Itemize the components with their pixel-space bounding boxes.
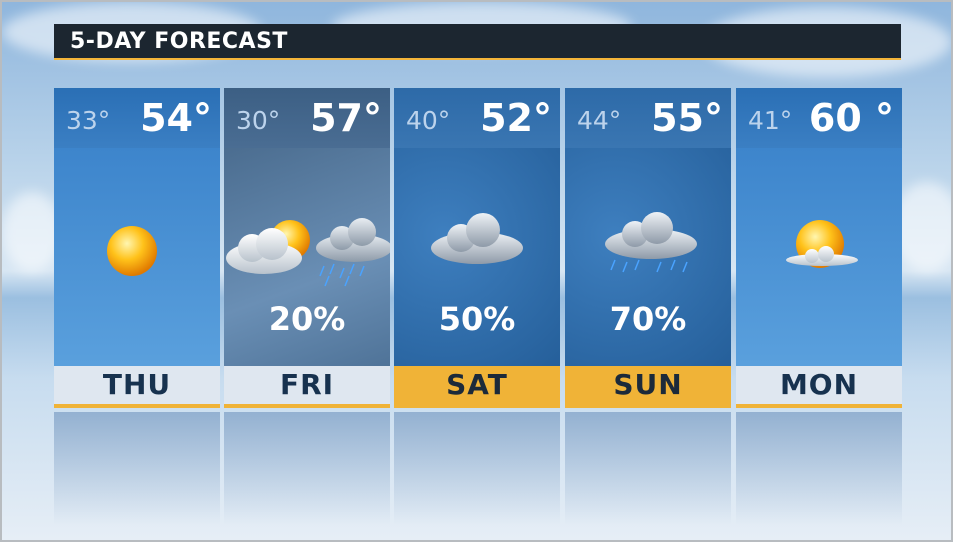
precip-chance: 70% <box>609 300 687 338</box>
forecast-header: 5-DAY FORECAST <box>54 24 901 60</box>
rain-cloud-icon <box>605 212 697 273</box>
day-label: THU <box>54 366 220 404</box>
icon-area: 50% <box>394 148 560 366</box>
day-label: SAT <box>394 366 560 404</box>
header-accent-line <box>54 58 901 60</box>
low-temp: 33° <box>66 106 111 135</box>
day-label: FRI <box>224 366 390 404</box>
temp-band: 30° 57° <box>224 88 390 148</box>
cloudy-icon <box>431 213 523 264</box>
day-panel-fri: 30° 57° 20% FRI <box>224 88 390 408</box>
high-temp: 60 ° <box>808 96 894 140</box>
high-temp: 52° <box>480 96 552 140</box>
temp-band: 33° 54° <box>54 88 220 148</box>
high-temp: 54° <box>140 96 212 140</box>
mostly-sunny-icon <box>786 220 858 268</box>
low-temp: 41° <box>748 106 793 135</box>
precip-chance: 50% <box>438 300 516 338</box>
day-accent-line <box>394 404 560 408</box>
forecast-title: 5-DAY FORECAST <box>70 29 288 54</box>
forecast-graphic: 5-DAY FORECAST 33° 54° THU 30° 57° 20% F… <box>0 0 953 542</box>
low-temp: 30° <box>236 106 281 135</box>
panel-reflection <box>224 412 390 538</box>
day-label: MON <box>736 366 902 404</box>
panel-reflection <box>54 412 220 538</box>
icon-area <box>54 148 220 366</box>
day-accent-line <box>565 404 731 408</box>
sunny-icon <box>107 226 157 276</box>
day-panel-sun: 44° 55° 70% SUN <box>565 88 731 408</box>
panel-reflection <box>394 412 560 538</box>
day-accent-line <box>736 404 902 408</box>
temp-band: 41° 60 ° <box>736 88 902 148</box>
day-panel-sat: 40° 52° 50% SAT <box>394 88 560 408</box>
day-panel-mon: 41° 60 ° MON <box>736 88 902 408</box>
temp-band: 40° 52° <box>394 88 560 148</box>
day-panel-thu: 33° 54° THU <box>54 88 220 408</box>
icon-area <box>736 148 902 366</box>
high-temp: 55° <box>651 96 723 140</box>
high-temp: 57° <box>310 96 382 140</box>
day-label: SUN <box>565 366 731 404</box>
icon-area: 20% <box>224 148 390 366</box>
icon-area: 70% <box>565 148 731 366</box>
low-temp: 44° <box>577 106 622 135</box>
panel-reflection <box>736 412 902 538</box>
temp-band: 44° 55° <box>565 88 731 148</box>
day-accent-line <box>54 404 220 408</box>
panel-reflection <box>565 412 731 538</box>
low-temp: 40° <box>406 106 451 135</box>
day-accent-line <box>224 404 390 408</box>
partly-cloudy-rain-icon <box>226 218 390 287</box>
precip-chance: 20% <box>268 300 346 338</box>
